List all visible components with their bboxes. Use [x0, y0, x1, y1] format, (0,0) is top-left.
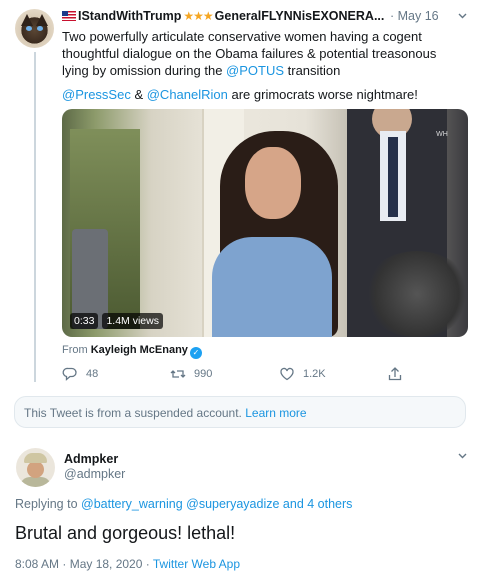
video-tie — [388, 137, 398, 217]
author-display-name[interactable]: IStandWithTrump — [78, 9, 181, 23]
reply-author-avatar[interactable] — [16, 448, 55, 487]
mention-chanelrion[interactable]: @ChanelRion — [147, 87, 228, 102]
share-icon — [388, 367, 402, 381]
verified-badge-icon: ✓ — [189, 347, 202, 359]
retweet-count: 990 — [194, 368, 213, 380]
video-source-name[interactable]: Kayleigh McEnany — [91, 344, 188, 356]
tweet-text-tail: transition — [284, 63, 341, 78]
replying-to-prefix: Replying to — [15, 497, 82, 511]
thread-line — [34, 52, 36, 382]
avatar-face — [27, 461, 44, 478]
mention-tail: are grimocrats worse nightmare! — [227, 87, 418, 102]
avatar-hat — [24, 453, 47, 463]
reply-button[interactable]: 48 — [62, 366, 98, 382]
author-display-name-suffix[interactable]: GeneralFLYNNisEXONERA... — [215, 9, 385, 23]
tweet-mentions-line: @PressSec & @ChanelRion are grimocrats w… — [62, 86, 462, 103]
reply-tweet-text: Brutal and gorgeous! lethal! — [15, 523, 236, 543]
chevron-down-icon[interactable] — [457, 450, 468, 464]
video-badges: 0:33 1.4M views — [70, 313, 163, 329]
reply-icon — [62, 367, 77, 381]
video-woman-top — [212, 237, 332, 337]
us-flag-icon — [62, 11, 76, 21]
video-source-prefix: From — [62, 344, 91, 356]
tweet-date[interactable]: · May 16 — [390, 9, 439, 23]
video-source: From Kayleigh McEnany ✓ — [62, 344, 202, 359]
suspended-text: This Tweet is from a suspended account. — [24, 406, 246, 420]
video-logo: WH — [436, 131, 448, 138]
parent-tweet[interactable]: IStandWithTrump ★★★ GeneralFLYNNisEXONERA.… — [0, 0, 479, 392]
video-player[interactable]: WH 0:33 1.4M views — [62, 109, 468, 337]
stars-icon: ★★★ — [183, 9, 213, 23]
avatar-ear-right — [36, 14, 48, 26]
author-header[interactable]: IStandWithTrump ★★★ GeneralFLYNNisEXONERA.… — [62, 9, 384, 23]
share-button[interactable] — [387, 366, 403, 382]
retweet-icon — [170, 370, 186, 378]
like-count: 1.2K — [303, 368, 326, 380]
reply-author-name[interactable]: Admpker — [64, 452, 118, 466]
learn-more-link[interactable]: Learn more — [245, 406, 306, 420]
mention-potus[interactable]: @POTUS — [226, 63, 284, 78]
avatar-body — [20, 477, 51, 487]
avatar-eye-left — [26, 26, 32, 31]
reply-timestamp[interactable]: 8:08 AM · May 18, 2020 · — [15, 557, 153, 571]
avatar-ear-left — [21, 14, 33, 26]
reply-client-link[interactable]: Twitter Web App — [153, 557, 240, 571]
video-views: 1.4M views — [102, 313, 163, 329]
avatar-eye-right — [37, 26, 43, 31]
suspended-tweet-notice: This Tweet is from a suspended account. … — [14, 396, 466, 428]
chevron-down-icon[interactable] — [457, 10, 468, 24]
reply-mention-others[interactable]: and 4 others — [283, 497, 353, 511]
video-woman-face — [245, 147, 301, 219]
tweet-actions: 48 990 1.2K — [62, 366, 422, 384]
reply-mention-battery-warning[interactable]: @battery_warning — [81, 497, 183, 511]
mention-amp: & — [130, 87, 147, 102]
video-microphone — [362, 251, 468, 337]
reply-mention-superyayadize[interactable]: @superyayadize — [186, 497, 279, 511]
video-duration: 0:33 — [70, 313, 99, 329]
mention-presssec[interactable]: @PressSec — [62, 87, 131, 102]
tweet-text: Two powerfully articulate conservative w… — [62, 28, 462, 79]
reply-tweet-meta: 8:08 AM · May 18, 2020 · Twitter Web App — [15, 557, 240, 571]
like-button[interactable]: 1.2K — [279, 366, 326, 382]
heart-icon — [280, 367, 294, 381]
retweet-button[interactable]: 990 — [170, 366, 212, 382]
author-avatar[interactable] — [15, 9, 54, 48]
reply-count: 48 — [86, 368, 99, 380]
reply-author-handle[interactable]: @admpker — [64, 467, 125, 481]
replying-to: Replying to @battery_warning @superyayad… — [15, 497, 352, 511]
